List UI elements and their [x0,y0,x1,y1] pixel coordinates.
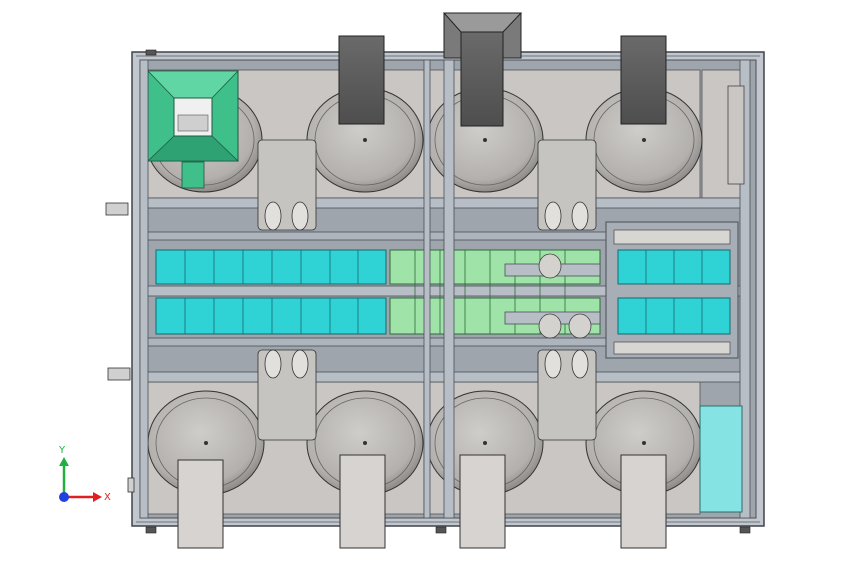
axis-triad: X Y [58,445,111,503]
cad-viewport[interactable]: X Y [0,0,867,562]
axis-x-label: X [104,492,111,503]
axis-y-label: Y [58,445,66,456]
cyan-tray-block-right [605,221,739,359]
machine-top-view-drawing: X Y [58,12,765,549]
left-side-fittings [105,202,135,493]
